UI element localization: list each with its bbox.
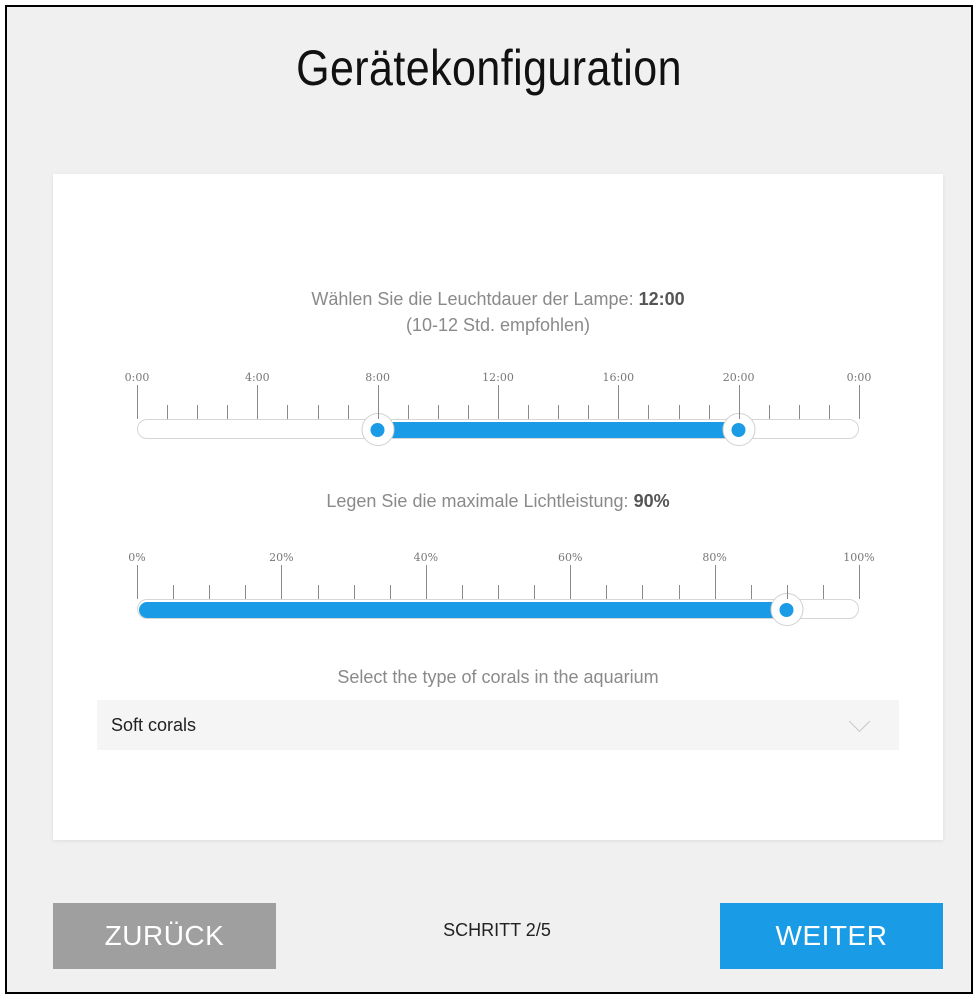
power-label: Legen Sie die maximale Lichtleistung: 90…	[53, 488, 943, 514]
duration-tick-label: 0:00	[846, 371, 872, 384]
duration-range-slider[interactable]: 0:00 4:00 8:00 12:00 16:00 20:00 0:00	[125, 371, 871, 451]
duration-major-tick	[498, 385, 499, 419]
duration-minor-tick	[347, 405, 349, 419]
duration-minor-tick	[588, 405, 590, 419]
chevron-down-icon[interactable]	[848, 710, 871, 732]
power-tick-label: 100%	[843, 551, 875, 564]
power-minor-tick	[461, 585, 463, 599]
duration-minor-tick	[287, 405, 289, 419]
corals-selected-value: Soft corals	[111, 714, 197, 735]
duration-minor-tick	[828, 405, 830, 419]
power-tick-label: 60%	[557, 551, 583, 564]
power-minor-tick	[606, 585, 608, 599]
duration-minor-tick	[407, 405, 409, 419]
power-minor-tick	[245, 585, 247, 599]
power-minor-tick	[173, 585, 175, 599]
duration-minor-tick	[528, 405, 530, 419]
duration-tick-label: 8:00	[365, 371, 391, 384]
duration-fill	[377, 422, 739, 438]
power-tick-label: 40%	[413, 551, 439, 564]
power-major-tick	[714, 565, 716, 599]
power-major-tick	[425, 565, 427, 599]
duration-minor-tick	[798, 405, 800, 419]
power-major-tick	[137, 565, 138, 599]
power-minor-tick	[750, 585, 752, 599]
power-tick-label: 80%	[702, 551, 727, 564]
duration-tick-label: 16:00	[602, 371, 635, 384]
duration-minor-tick	[648, 405, 650, 419]
power-minor-tick	[389, 585, 391, 599]
duration-minor-tick	[768, 405, 770, 419]
power-minor-tick	[353, 585, 355, 599]
duration-minor-tick	[558, 405, 560, 419]
duration-minor-tick	[467, 405, 469, 419]
duration-tick-label: 4:00	[244, 371, 270, 384]
power-minor-tick	[678, 585, 680, 599]
config-card: Wählen Sie die Leuchtdauer der Lampe: 12…	[53, 174, 943, 840]
power-label-text: Legen Sie die maximale Lichtleistung:	[326, 491, 629, 511]
duration-minor-tick	[227, 405, 229, 419]
power-major-tick	[570, 565, 572, 599]
power-minor-tick	[534, 585, 536, 599]
power-tick-label: 20%	[269, 551, 294, 564]
power-fill	[139, 602, 787, 618]
duration-tick-label: 0:00	[124, 371, 150, 384]
duration-major-tick	[859, 385, 860, 419]
power-value: 90%	[633, 491, 670, 511]
corals-label: Select the type of corals in the aquariu…	[337, 667, 659, 687]
duration-label-text: Wählen Sie die Leuchtdauer der Lampe:	[311, 289, 634, 309]
duration-tick-label: 20:00	[722, 371, 755, 384]
duration-minor-tick	[197, 405, 199, 419]
duration-value: 12:00	[638, 289, 685, 309]
wizard-frame: Gerätekonfiguration Wählen Sie die Leuch…	[5, 5, 973, 994]
power-minor-tick	[498, 585, 499, 599]
duration-minor-tick	[167, 405, 169, 419]
duration-major-tick	[738, 385, 740, 419]
duration-major-tick	[618, 385, 620, 419]
duration-minor-tick	[317, 405, 319, 419]
power-minor-tick	[786, 585, 788, 599]
step-indicator: SCHRITT 2/5	[443, 920, 551, 940]
page-title: Gerätekonfiguration	[296, 40, 682, 96]
duration-label: Wählen Sie die Leuchtdauer der Lampe: 12…	[53, 286, 943, 312]
duration-tick-label: 12:00	[482, 371, 514, 384]
power-minor-tick	[209, 585, 211, 599]
power-tick-label: 0%	[128, 551, 146, 564]
duration-minor-tick	[678, 405, 680, 419]
corals-select[interactable]: Soft corals	[97, 700, 899, 750]
duration-minor-tick	[708, 405, 710, 419]
duration-major-tick	[377, 385, 379, 419]
duration-minor-tick	[437, 405, 439, 419]
back-button[interactable]: ZURÜCK	[53, 903, 276, 969]
power-slider[interactable]: 0% 20% 40% 60% 80% 100%	[128, 551, 875, 631]
power-minor-tick	[822, 585, 824, 599]
duration-major-tick	[137, 385, 138, 419]
duration-recommendation: (10-12 Std. empfohlen)	[405, 315, 591, 335]
power-minor-tick	[642, 585, 644, 599]
power-major-tick	[281, 565, 283, 599]
next-button[interactable]: WEITER	[720, 903, 943, 969]
duration-major-tick	[257, 385, 259, 419]
power-minor-tick	[317, 585, 319, 599]
power-major-tick	[859, 565, 860, 599]
